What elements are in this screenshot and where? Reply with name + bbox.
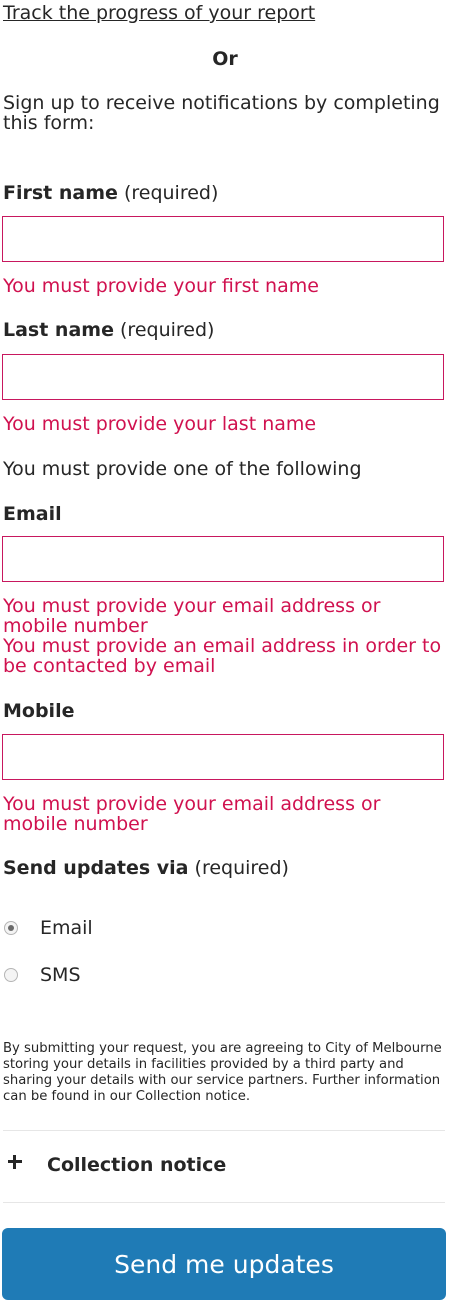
collection-notice-toggle[interactable]: Collection notice <box>47 1154 226 1176</box>
mobile-label: Mobile <box>3 700 74 722</box>
email-error-contact: You must provide your email address or m… <box>3 595 381 637</box>
email-error-required: You must provide an email address in ord… <box>3 635 442 677</box>
or-separator: Or <box>212 48 238 70</box>
email-radio[interactable] <box>4 921 18 935</box>
sms-radio[interactable] <box>4 968 18 982</box>
divider <box>3 1202 445 1203</box>
plus-icon[interactable] <box>6 1153 24 1171</box>
email-radio-label[interactable]: Email <box>40 917 93 939</box>
divider <box>3 1130 445 1131</box>
email-label-text: Email <box>3 503 62 525</box>
first-name-label-text: First name <box>3 182 118 204</box>
mobile-label-text: Mobile <box>3 700 75 722</box>
privacy-disclaimer: By submitting your request, you are agre… <box>3 1041 442 1104</box>
email-label: Email <box>3 503 62 525</box>
first-name-label: First name (required) <box>3 182 218 204</box>
signup-intro-text: Sign up to receive notifications by comp… <box>3 92 440 134</box>
last-name-label-text: Last name <box>3 319 114 341</box>
email-field[interactable] <box>2 536 444 582</box>
first-name-field[interactable] <box>2 216 444 262</box>
send-updates-label: Send updates via (required) <box>3 857 289 879</box>
track-progress-link[interactable]: Track the progress of your report <box>3 2 315 24</box>
sms-radio-label[interactable]: SMS <box>40 964 81 986</box>
last-name-error: You must provide your last name <box>3 413 317 435</box>
last-name-label: Last name (required) <box>3 319 214 341</box>
required-indicator: (required) <box>194 857 289 879</box>
first-name-error: You must provide your first name <box>3 275 319 297</box>
required-indicator: (required) <box>123 182 219 204</box>
contact-requirement-note: You must provide one of the following <box>3 458 362 480</box>
mobile-error: You must provide your email address or m… <box>3 793 381 835</box>
required-indicator: (required) <box>120 319 215 341</box>
send-updates-button[interactable]: Send me updates <box>2 1228 446 1300</box>
last-name-field[interactable] <box>2 354 444 400</box>
send-updates-label-text: Send updates via <box>3 857 189 879</box>
mobile-field[interactable] <box>2 734 444 780</box>
